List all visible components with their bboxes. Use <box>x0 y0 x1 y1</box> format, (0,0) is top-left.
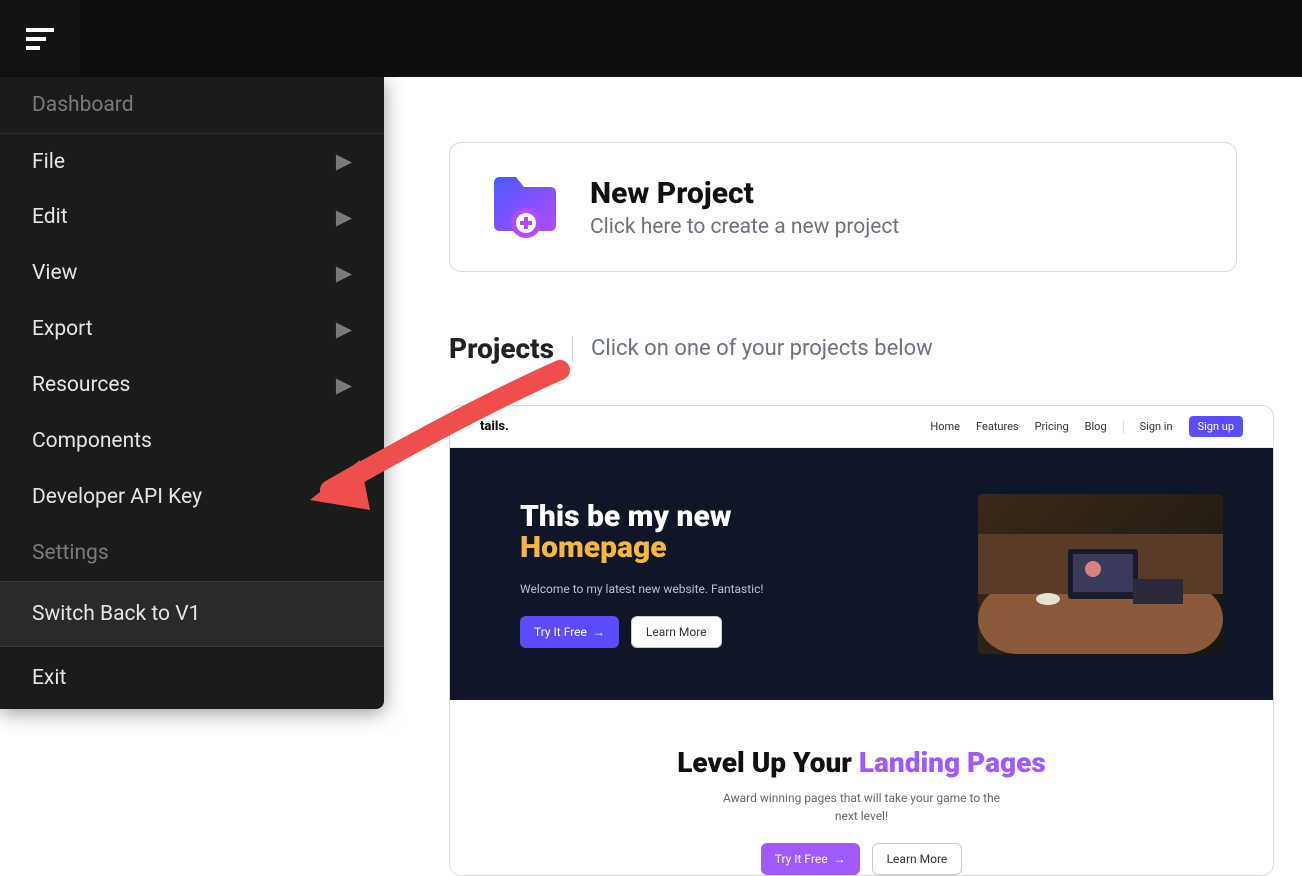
preview-navbar: tails. Home Features Pricing Blog Sign i… <box>450 406 1273 448</box>
projects-title: Projects <box>449 332 554 365</box>
hero-buttons: Try It Free → Learn More <box>520 616 938 648</box>
nav-home: Home <box>930 420 960 433</box>
menu-dashboard-label: Dashboard <box>32 93 134 117</box>
chevron-right-icon: ▶ <box>336 373 352 398</box>
preview-brand: tails. <box>480 419 509 434</box>
arrow-right-icon: → <box>834 852 846 866</box>
section2-sub: Award winning pages that will take your … <box>712 789 1012 825</box>
chevron-right-icon: ▶ <box>336 317 352 342</box>
menu-export[interactable]: Export ▶ <box>0 301 384 357</box>
menu-edit[interactable]: Edit ▶ <box>0 189 384 245</box>
menu-file-label: File <box>32 150 65 174</box>
hero-cta-secondary: Learn More <box>631 616 722 648</box>
nav-signup: Sign up <box>1189 416 1243 437</box>
hero-left: This be my new Homepage Welcome to my la… <box>520 501 938 648</box>
menu-edit-label: Edit <box>32 205 68 229</box>
menu-file[interactable]: File ▶ <box>0 133 384 189</box>
divider <box>572 336 573 362</box>
menu-settings-label: Settings <box>32 541 109 565</box>
topbar <box>0 0 1302 77</box>
projects-subtitle: Click on one of your projects below <box>591 336 933 361</box>
menu-view[interactable]: View ▶ <box>0 245 384 301</box>
menu-resources-label: Resources <box>32 373 130 397</box>
preview-section2: Level Up Your Landing Pages Award winnin… <box>450 700 1273 875</box>
section2-cta-primary-label: Try It Free <box>775 852 828 866</box>
main-content: New Project Click here to create a new p… <box>384 77 1302 860</box>
menu-export-label: Export <box>32 317 93 341</box>
main-menu-dropdown: Dashboard File ▶ Edit ▶ View ▶ Export ▶ … <box>0 77 384 709</box>
hero-line2: Homepage <box>520 532 938 564</box>
chevron-right-icon: ▶ <box>336 261 352 286</box>
menu-exit-label: Exit <box>32 666 66 690</box>
menu-view-label: View <box>32 261 77 285</box>
section2-buttons: Try It Free → Learn More <box>490 843 1233 875</box>
menu-resources[interactable]: Resources ▶ <box>0 357 384 413</box>
new-project-folder-icon <box>490 175 560 239</box>
nav-signin: Sign in <box>1140 420 1173 433</box>
chevron-right-icon: ▶ <box>336 149 352 174</box>
menu-developer-api-key[interactable]: Developer API Key <box>0 469 384 525</box>
hamburger-icon <box>26 28 54 50</box>
hero-sub: Welcome to my latest new website. Fantas… <box>520 582 938 596</box>
section2-cta-primary: Try It Free → <box>761 843 860 875</box>
menu-settings: Settings <box>0 525 384 581</box>
section2-cta-secondary: Learn More <box>872 843 963 875</box>
menu-switch-back[interactable]: Switch Back to V1 <box>0 581 384 647</box>
projects-header: Projects Click on one of your projects b… <box>449 332 1237 365</box>
nav-pricing: Pricing <box>1035 420 1069 433</box>
section2-line2: Landing Pages <box>859 746 1046 779</box>
menu-components[interactable]: Components <box>0 413 384 469</box>
menu-components-label: Components <box>32 429 152 453</box>
menu-toggle-button[interactable] <box>0 0 80 77</box>
new-project-card[interactable]: New Project Click here to create a new p… <box>449 142 1237 272</box>
section2-line1: Level Up Your <box>677 746 859 779</box>
menu-switch-back-label: Switch Back to V1 <box>32 602 200 626</box>
menu-exit[interactable]: Exit <box>0 647 384 709</box>
hero-line1: This be my new <box>520 499 732 534</box>
preview-hero: This be my new Homepage Welcome to my la… <box>450 448 1273 700</box>
arrow-right-icon: → <box>593 625 605 639</box>
new-project-subtitle: Click here to create a new project <box>590 215 899 239</box>
new-project-text: New Project Click here to create a new p… <box>590 176 899 239</box>
hero-heading: This be my new Homepage <box>520 501 938 564</box>
menu-developer-api-key-label: Developer API Key <box>32 485 202 509</box>
menu-dashboard: Dashboard <box>0 77 384 133</box>
preview-navlinks: Home Features Pricing Blog Sign in Sign … <box>930 416 1243 437</box>
hero-cta-primary-label: Try It Free <box>534 625 587 639</box>
new-project-title: New Project <box>590 176 899 211</box>
project-preview-card[interactable]: tails. Home Features Pricing Blog Sign i… <box>449 405 1274 876</box>
hero-cta-primary: Try It Free → <box>520 616 619 648</box>
divider <box>1123 420 1124 434</box>
section2-heading: Level Up Your Landing Pages <box>490 746 1233 779</box>
hero-image <box>978 494 1223 654</box>
nav-blog: Blog <box>1085 420 1107 433</box>
nav-features: Features <box>976 420 1019 433</box>
chevron-right-icon: ▶ <box>336 205 352 230</box>
